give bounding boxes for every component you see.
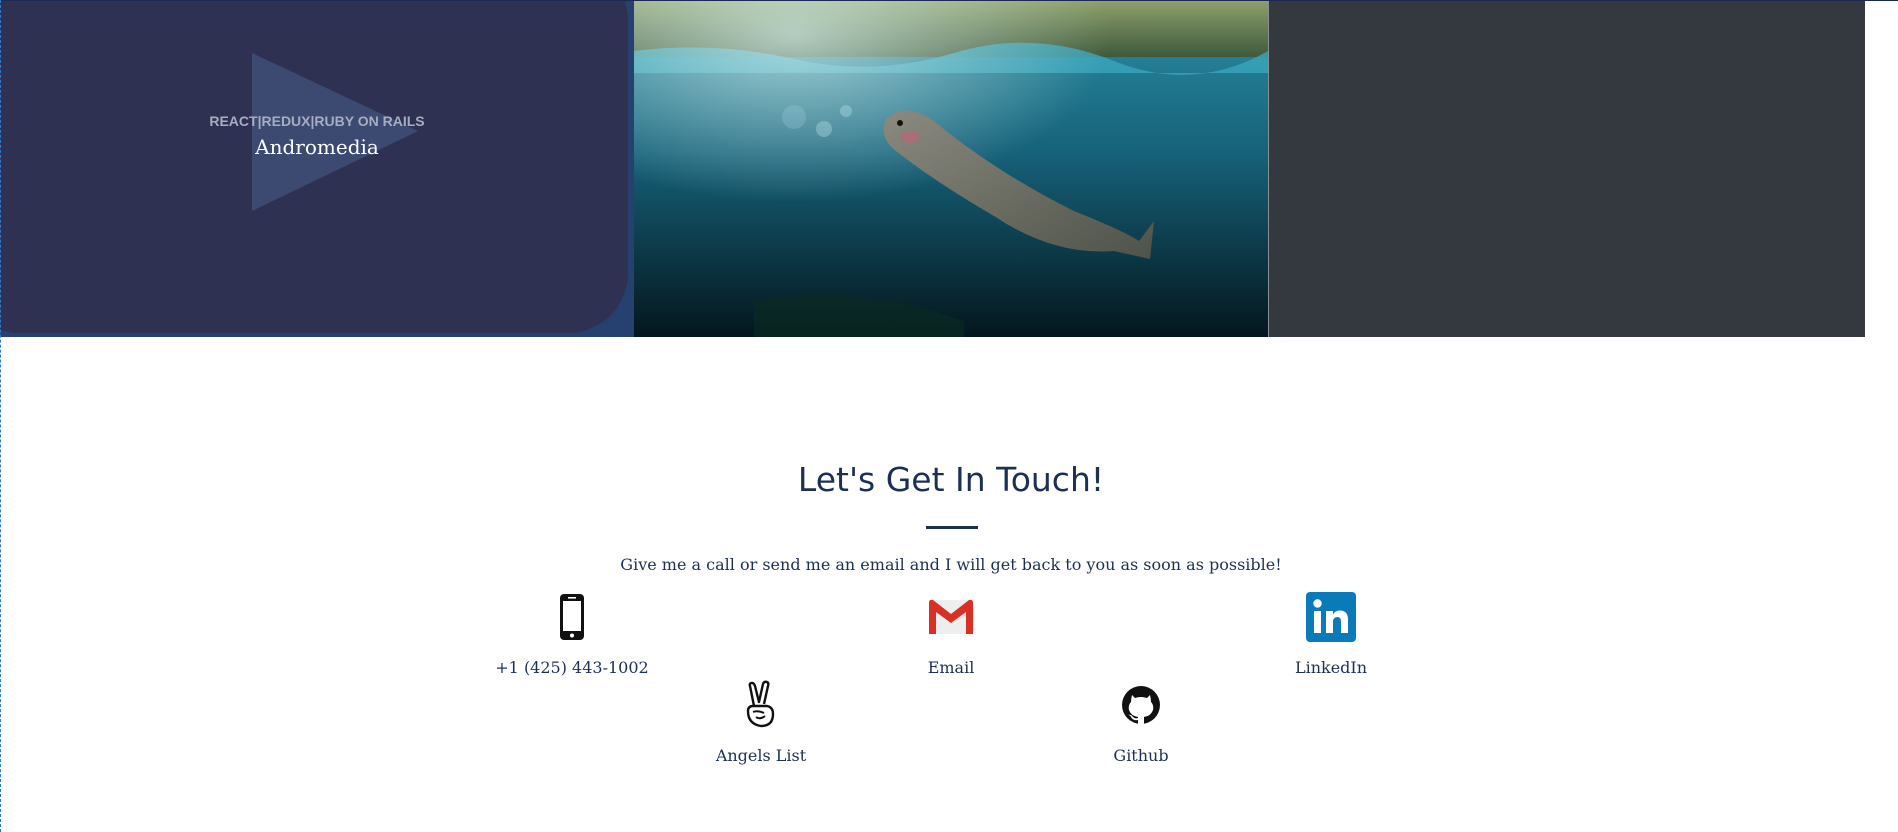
project-title: Andromedia — [255, 135, 379, 159]
contact-phone-label: +1 (425) 443-1002 — [495, 658, 649, 677]
contact-subtitle: Give me a call or send me an email and I… — [620, 555, 1282, 574]
project-tile-fish[interactable] — [634, 1, 1268, 337]
heading-divider — [926, 526, 978, 529]
contact-phone-link[interactable]: +1 (425) 443-1002 — [462, 592, 682, 677]
contact-angellist-label: Angels List — [715, 746, 807, 765]
project-tech-stack: REACT|REDUX|RUBY ON RAILS — [209, 113, 425, 129]
contact-email-link[interactable]: Email — [841, 592, 1061, 677]
contact-heading: Let's Get In Touch! — [797, 460, 1105, 499]
contact-github-link[interactable]: Github — [1031, 680, 1251, 765]
contact-github-label: Github — [1113, 746, 1169, 765]
play-logo-icon — [0, 1, 634, 337]
project-tile-empty[interactable] — [1268, 1, 1865, 337]
project-caption: REACT|REDUX|RUBY ON RAILS Andromedia — [0, 113, 634, 159]
contact-section: Let's Get In Touch! Give me a call or se… — [0, 336, 1898, 832]
portfolio-strip: REACT|REDUX|RUBY ON RAILS Andromedia — [0, 0, 1898, 337]
page-edge-guide — [0, 0, 1, 832]
github-icon — [1122, 686, 1160, 724]
contact-linkedin-label: LinkedIn — [1294, 658, 1368, 677]
fish-photo-image — [634, 1, 1268, 337]
project-tile-andromedia[interactable]: REACT|REDUX|RUBY ON RAILS Andromedia — [0, 1, 634, 337]
contact-linkedin-link[interactable]: LinkedIn — [1221, 592, 1441, 677]
gmail-icon — [929, 599, 973, 634]
angellist-icon — [746, 680, 775, 728]
linkedin-icon — [1306, 592, 1356, 642]
phone-icon — [560, 594, 584, 640]
contact-angellist-link[interactable]: Angels List — [651, 680, 871, 765]
contact-email-label: Email — [927, 658, 975, 677]
